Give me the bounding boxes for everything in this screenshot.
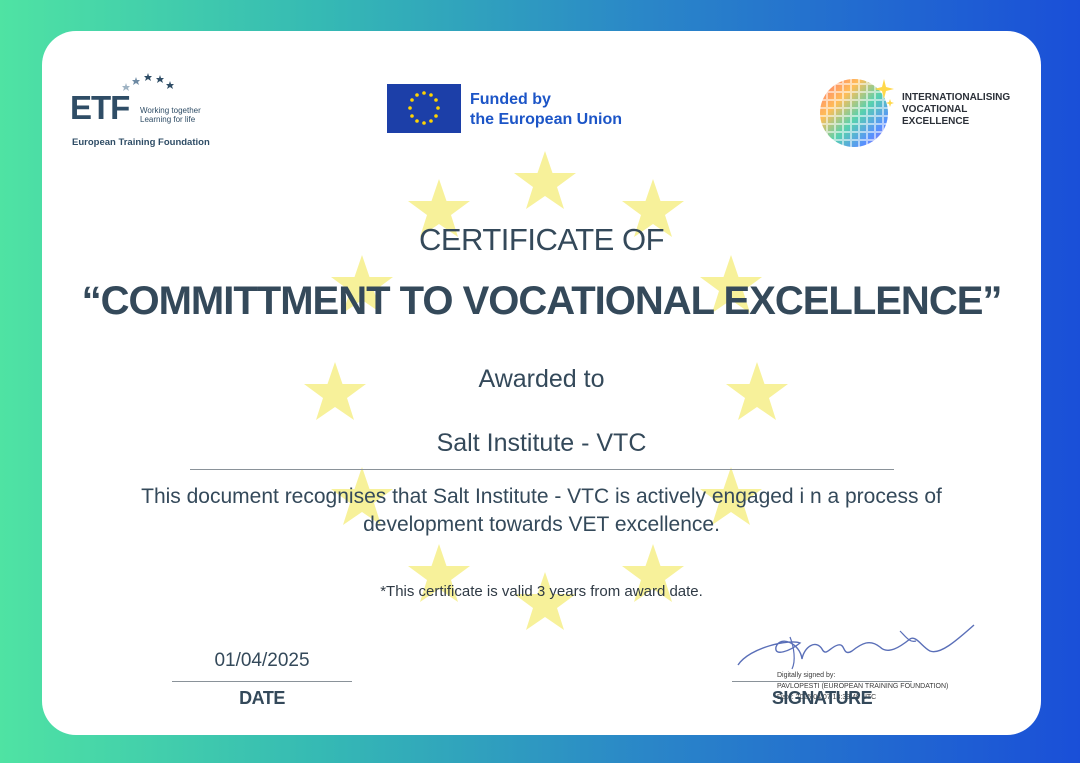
description-line2: development towards VET excellence. xyxy=(363,513,720,536)
watermark-star-icon xyxy=(514,151,576,209)
recipient-underline xyxy=(190,469,894,470)
etf-tagline-line1: Working together xyxy=(140,106,201,115)
date-label: DATE xyxy=(239,688,285,708)
ive-line3: EXCELLENCE xyxy=(902,116,970,127)
awarded-to-label: Awarded to xyxy=(478,365,605,393)
date-line xyxy=(172,681,352,682)
certificate-heading: CERTIFICATE OF xyxy=(418,222,665,257)
ive-globe-icon xyxy=(820,77,894,149)
eu-funding-line2: the European Union xyxy=(470,111,622,128)
ive-line2: VOCATIONAL xyxy=(902,104,968,115)
description-line1: This document recognises that Salt Insti… xyxy=(141,485,942,508)
eu-funding-text: Funded by the European Union xyxy=(470,90,622,130)
ive-logo-text: INTERNATIONALISING VOCATIONAL EXCELLENCE xyxy=(902,92,1010,128)
etf-name: European Training Foundation xyxy=(72,137,210,148)
validity-note: *This certificate is valid 3 years from … xyxy=(380,583,703,600)
eu-funding-line1: Funded by xyxy=(470,91,551,108)
etf-stars-icon xyxy=(122,73,174,91)
etf-letters: ETF xyxy=(70,89,130,126)
digital-sig-line1: Digitally signed by: xyxy=(777,672,836,679)
etf-logo: ETF Working together Learning for life E… xyxy=(70,71,260,151)
handwritten-signature xyxy=(737,624,975,670)
recipient-name: Salt Institute - VTC xyxy=(436,429,647,457)
eu-flag-icon xyxy=(387,84,461,133)
certificate-description: This document recognises that Salt Insti… xyxy=(102,483,981,539)
signature-label: SIGNATURE xyxy=(771,688,873,708)
ive-line1: INTERNATIONALISING xyxy=(902,92,1011,103)
etf-tagline: Working together Learning for life xyxy=(140,106,201,124)
etf-tagline-line2: Learning for life xyxy=(140,115,196,124)
award-date: 01/04/2025 xyxy=(214,650,310,671)
watermark-star-icon xyxy=(514,572,576,630)
certificate-title: “COMMITTMENT TO VOCATIONAL EXCELLENCE” xyxy=(81,279,1003,323)
certificate-card: ETF Working together Learning for life E… xyxy=(42,31,1041,735)
